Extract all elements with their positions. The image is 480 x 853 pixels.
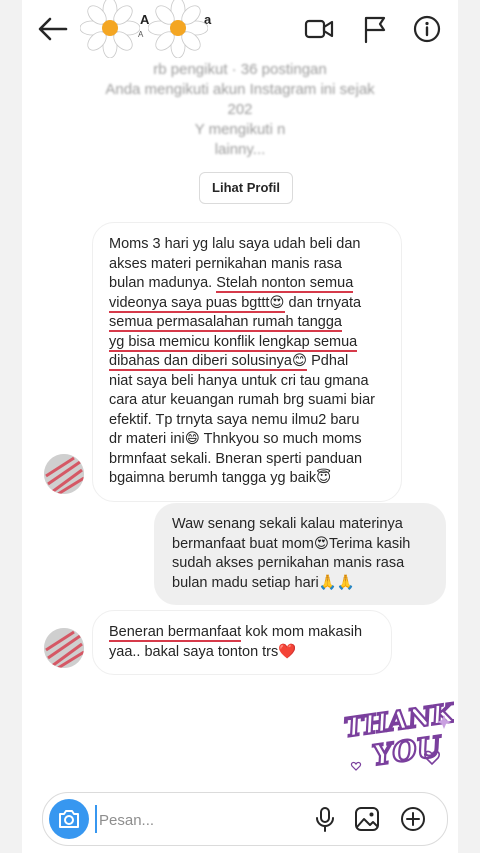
incoming-message[interactable]: Moms 3 hari yg lalu saya udah beli dan a… — [92, 222, 402, 502]
message-line: bermanfaat buat mom😍Terima kasih — [172, 535, 411, 552]
back-arrow-icon[interactable] — [36, 12, 70, 46]
message-text: dr materi ini😄 Thnkyou so much moms — [109, 431, 362, 447]
message-line: Waw senang sekali kalau materinya — [172, 516, 403, 532]
underlined-text: dibahas dan diberi solusinya😊 — [109, 353, 308, 371]
message-line: videonya saya puas bgttt😍 dan trnyata — [109, 294, 387, 314]
profile-info-line: Y mengikuti n — [194, 121, 286, 138]
message-text: Pdhal — [307, 353, 349, 369]
profile-info-line: Anda mengikuti akun Instagram ini sejak — [105, 81, 375, 98]
message-line: brmnfaat sekali. Bneran sperti panduan — [109, 450, 387, 470]
message-line: niat saya beli hanya untuk cri tau gmana — [109, 372, 387, 392]
message-line: bulan madunya. Stelah nonton semua — [109, 274, 387, 294]
message-line: efektif. Tp trnyta saya nemu ilmu2 baru — [109, 411, 387, 431]
profile-info: rb pengikut · 36 postingan Anda mengikut… — [72, 60, 408, 160]
message-line: dibahas dan diberi solusinya😊 Pdhal — [109, 352, 387, 372]
video-camera-icon[interactable] — [304, 14, 334, 44]
view-profile-button[interactable]: Lihat Profil — [199, 172, 293, 204]
message-text: dan trnyata — [284, 294, 362, 311]
message-line: dr materi ini😄 Thnkyou so much moms — [109, 430, 387, 450]
message-line: yaa.. bakal saya tonton trs❤️ — [109, 643, 297, 660]
thank-you-sticker[interactable]: THANK YOU — [336, 690, 454, 780]
underlined-text: videonya saya puas bgttt😍 — [109, 294, 285, 313]
avatar-scribble-icon — [44, 454, 84, 494]
plus-circle-icon[interactable] — [399, 805, 427, 833]
microphone-icon[interactable] — [311, 805, 339, 833]
message-text: Moms 3 hari yg lalu saya udah beli dan — [109, 236, 361, 252]
camera-button[interactable] — [49, 799, 89, 839]
underlined-text: yg bisa memicu konflik lengkap semua — [109, 333, 358, 352]
message-line: semua permasalahan rumah tangga — [109, 313, 387, 333]
avatar[interactable] — [44, 628, 84, 668]
message-text: cara atur keuangan rumah brg suami biar — [109, 392, 375, 408]
message-line: Moms 3 hari yg lalu saya udah beli dan — [109, 235, 387, 255]
message-text: kok mom makasih — [241, 624, 363, 640]
profile-info-line: lainny... — [214, 141, 266, 158]
message-text: bgaimna berumh tangga yg baik😇 — [109, 470, 332, 486]
message-line: sudah akses pernikahan manis rasa — [172, 555, 405, 571]
avatar-scribble-icon — [44, 628, 84, 668]
profile-info-line: 202 — [227, 101, 253, 118]
camera-icon — [59, 810, 79, 828]
message-line: Beneran bermanfaat kok mom makasih — [109, 623, 377, 643]
flag-icon[interactable] — [360, 14, 390, 44]
daisy-sticker-icon — [80, 0, 140, 58]
avatar[interactable] — [44, 454, 84, 494]
daisy-sticker-icon — [148, 0, 208, 58]
chat-screen: A A a rb pengikut · 36 postingan Anda me… — [22, 0, 458, 853]
message-line: bulan madu setiap hari🙏🙏 — [172, 574, 355, 591]
message-line: akses materi pernikahan manis rasa — [109, 255, 387, 275]
message-text: brmnfaat sekali. Bneran sperti panduan — [109, 450, 363, 467]
message-line: bgaimna berumh tangga yg baik😇 — [109, 469, 387, 489]
left-frame — [0, 0, 22, 853]
underlined-text: Beneran bermanfaat — [109, 624, 242, 642]
chat-header: A A a — [22, 0, 458, 58]
underlined-text: Stelah nonton semua — [216, 275, 354, 293]
outgoing-message[interactable]: Waw senang sekali kalau materinya berman… — [154, 503, 446, 605]
right-frame — [458, 0, 480, 853]
image-icon[interactable] — [353, 805, 381, 833]
profile-info-line: rb pengikut · 36 postingan — [153, 61, 327, 78]
info-icon[interactable] — [412, 14, 442, 44]
underlined-text: semua permasalahan rumah tangga — [109, 314, 342, 332]
message-composer — [42, 792, 448, 846]
message-text: niat saya beli hanya untuk cri tau gmana — [109, 372, 369, 389]
message-line: yg bisa memicu konflik lengkap semua — [109, 333, 387, 353]
message-input[interactable] — [97, 807, 251, 833]
message-text: efektif. Tp trnyta saya nemu ilmu2 baru — [109, 411, 360, 428]
message-line: cara atur keuangan rumah brg suami biar — [109, 391, 387, 411]
message-text: bulan madunya. — [109, 275, 217, 291]
message-text: akses materi pernikahan manis rasa — [109, 255, 342, 272]
incoming-message[interactable]: Beneran bermanfaat kok mom makasih yaa..… — [92, 610, 392, 675]
